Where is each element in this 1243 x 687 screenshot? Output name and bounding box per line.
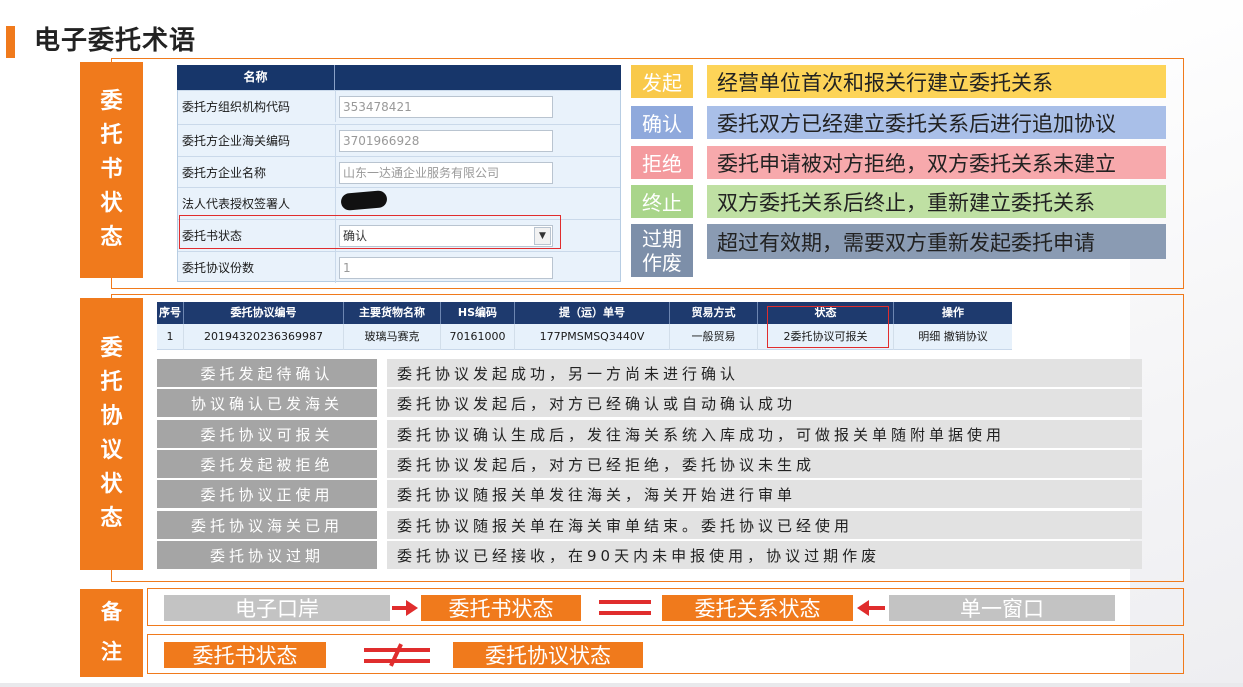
not-equal-icon <box>364 643 430 667</box>
state-tag: 委托协议过期 <box>157 541 377 569</box>
section-label-letter-status: 委 托 书 状 态 <box>80 62 143 278</box>
state-desc: 委托协议发起后，对方已经拒绝，委托协议未生成 <box>387 450 1142 478</box>
term-desc: 双方委托关系后终止，重新建立委托关系 <box>707 185 1166 218</box>
form-label: 委托方企业名称 <box>182 166 267 180</box>
section-char: 托 <box>100 369 123 395</box>
equals-icon <box>599 611 651 615</box>
remark-box: 电子口岸 <box>164 595 390 621</box>
term-tag: 过期作废 <box>631 224 693 277</box>
section-char: 委 <box>100 335 123 361</box>
table-cell: 1 <box>157 324 184 350</box>
column-header: 委托协议编号 <box>184 302 344 324</box>
section-label-remarks: 备 注 <box>80 589 143 677</box>
column-header: 主要货物名称 <box>344 302 441 324</box>
state-desc: 委托协议发起后，对方已经确认或自动确认成功 <box>387 389 1142 417</box>
bottom-divider <box>0 683 1243 687</box>
state-tag: 委托协议海关已用 <box>157 511 377 539</box>
remark-box: 委托书状态 <box>421 595 581 621</box>
form-row: 委托方企业海关编码 3701966928 <box>178 124 620 156</box>
section-label-agreement-status: 委 托 协 议 状 态 <box>80 298 143 570</box>
form-header-label: 名称 <box>177 65 335 90</box>
customs-code-field[interactable]: 3701966928 <box>339 130 553 152</box>
remark-box: 委托关系状态 <box>662 595 853 621</box>
column-header: 操作 <box>942 306 964 319</box>
form-row: 委托协议份数 1 <box>178 251 620 283</box>
section-char: 状 <box>100 191 123 217</box>
form-row: 委托方企业名称 山东一达通企业服务有限公司 <box>178 156 620 188</box>
term-tag: 终止 <box>631 185 693 218</box>
section-char: 议 <box>100 438 123 463</box>
section-char: 委 <box>100 88 123 114</box>
column-header: 提（运）单号 <box>515 302 670 324</box>
equals-icon <box>599 600 651 604</box>
term-desc: 委托申请被对方拒绝，双方委托关系未建立 <box>707 146 1166 179</box>
title-accent-bar <box>6 26 15 58</box>
state-tag: 委托协议可报关 <box>157 420 377 448</box>
table-cell: 70161000 <box>441 324 515 350</box>
section-char: 备 <box>101 600 122 625</box>
form-label: 法人代表授权签署人 <box>182 197 291 211</box>
org-code-field[interactable]: 353478421 <box>339 96 553 118</box>
section-char: 状 <box>100 472 123 498</box>
term-tag: 确认 <box>631 106 693 139</box>
state-desc: 委托协议随报关单发往海关，海关开始进行审单 <box>387 480 1142 508</box>
column-header: 序号 <box>157 302 184 324</box>
form-label: 委托方企业海关编码 <box>182 134 291 148</box>
section-char: 态 <box>100 506 123 532</box>
arrow-right-icon <box>392 600 418 616</box>
term-desc: 委托双方已经建立委托关系后进行追加协议 <box>707 106 1166 139</box>
highlight-box <box>179 215 561 249</box>
actions-cell[interactable]: 明细 撤销协议 <box>894 324 1012 350</box>
state-tag: 委托协议正使用 <box>157 480 377 508</box>
highlight-box <box>767 306 889 348</box>
section-char: 协 <box>100 403 123 429</box>
table-cell: 20194320236369987 <box>184 324 344 350</box>
column-header: HS编码 <box>441 302 515 324</box>
term-desc: 经营单位首次和报关行建立委托关系 <box>707 65 1166 98</box>
remark-box: 委托协议状态 <box>453 642 643 668</box>
arrow-left-icon <box>857 600 885 616</box>
table-cell: 177PMSMSQ3440V <box>515 324 670 350</box>
redaction-mark <box>340 190 388 211</box>
form-row: 法人代表授权签署人 <box>178 187 620 219</box>
form-row: 委托方组织机构代码 353478421 <box>178 90 620 122</box>
section-char: 书 <box>100 156 123 182</box>
page-title: 电子委托术语 <box>34 26 197 56</box>
table-cell: 一般贸易 <box>670 324 758 350</box>
term-tag: 拒绝 <box>631 146 693 179</box>
section-char: 态 <box>100 225 123 251</box>
term-desc: 超过有效期，需要双方重新发起委托申请 <box>707 224 1166 259</box>
copies-field[interactable]: 1 <box>339 257 553 279</box>
state-desc: 委托协议确认生成后，发往海关系统入库成功，可做报关单随附单据使用 <box>387 420 1142 448</box>
company-name-field[interactable]: 山东一达通企业服务有限公司 <box>339 162 553 184</box>
form-label: 委托方组织机构代码 <box>182 100 291 114</box>
table-cell: 玻璃马赛克 <box>344 324 441 350</box>
state-tag: 委托发起被拒绝 <box>157 450 377 478</box>
state-desc: 委托协议发起成功，另一方尚未进行确认 <box>387 359 1142 387</box>
section-char: 注 <box>101 640 122 664</box>
form-label: 委托协议份数 <box>182 261 255 275</box>
state-tag: 协议确认已发海关 <box>157 389 377 417</box>
remark-box: 单一窗口 <box>889 595 1115 621</box>
state-tag: 委托发起待确认 <box>157 359 377 387</box>
column-header: 贸易方式 <box>670 302 758 324</box>
state-desc: 委托协议已经接收，在90天内未申报使用，协议过期作废 <box>387 541 1142 569</box>
remark-box: 委托书状态 <box>164 642 326 668</box>
section-char: 托 <box>100 122 123 148</box>
state-desc: 委托协议随报关单在海关审单结束。委托协议已经使用 <box>387 511 1142 539</box>
term-tag: 发起 <box>631 65 693 98</box>
form-header: 名称 <box>177 65 621 90</box>
